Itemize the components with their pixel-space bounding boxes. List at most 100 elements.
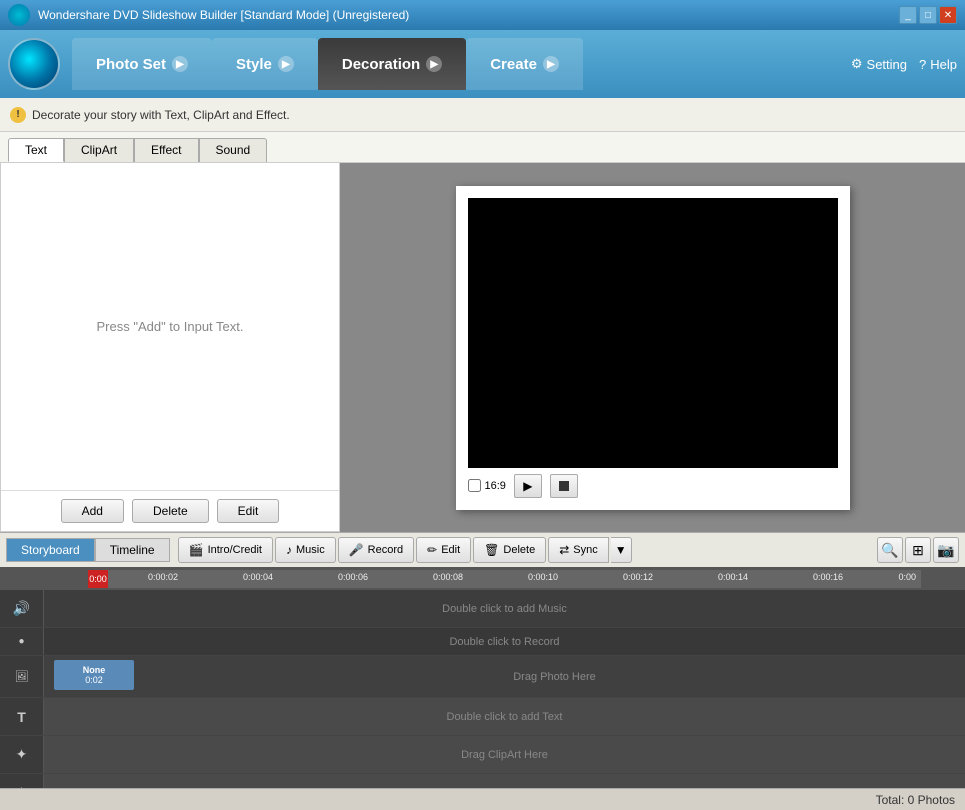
minimize-button[interactable]: _ <box>899 6 917 24</box>
ruler-mark-5: 0:00:10 <box>528 572 558 582</box>
zoom-fit-icon: ⊞ <box>912 542 924 559</box>
status-bar: Total: 0 Photos <box>0 788 965 810</box>
window-title: Wondershare DVD Slideshow Builder [Stand… <box>38 8 899 22</box>
sync-dropdown-arrow[interactable]: ▼ <box>611 537 632 563</box>
record-track-placeholder: Double click to Record <box>449 636 559 648</box>
timeline-ruler: 0:00 0:00:02 0:00:04 0:00:06 0:00:08 0:0… <box>0 568 965 590</box>
text-icon: T <box>17 709 26 725</box>
play-button[interactable]: ▶ <box>514 474 542 498</box>
info-bar: ! Decorate your story with Text, ClipArt… <box>0 98 965 132</box>
music-track-icon: 🔊 <box>0 590 44 627</box>
record-track-content[interactable]: Double click to Record <box>44 628 965 655</box>
stop-button[interactable] <box>550 474 578 498</box>
nav-tab-decoration[interactable]: Decoration ▶ <box>318 38 466 90</box>
preview-controls: 16:9 ▶ <box>468 474 838 498</box>
intro-credit-button[interactable]: 🎬 Intro/Credit <box>178 537 273 563</box>
ruler-mark-3: 0:00:06 <box>338 572 368 582</box>
zoom-controls: 🔍 ⊞ 📷 <box>877 537 959 563</box>
nav-bar: Photo Set ▶ Style ▶ Decoration ▶ Create … <box>0 30 965 98</box>
info-icon: ! <box>10 107 26 123</box>
nav-tab-style-arrow: ▶ <box>278 56 294 72</box>
zoom-in-button[interactable]: 🔍 <box>877 537 903 563</box>
storyboard-tab[interactable]: Storyboard <box>6 538 95 562</box>
photo-track-row: 🖼 None 0:02 Drag Photo Here <box>0 656 965 698</box>
sub-tab-effect[interactable]: Effect <box>134 138 198 162</box>
music-icon: ♪ <box>286 543 292 557</box>
edit-icon: ✏ <box>427 543 437 557</box>
close-button[interactable]: ✕ <box>939 6 957 24</box>
help-icon: ? <box>919 57 926 72</box>
ruler-mark-4: 0:00:08 <box>433 572 463 582</box>
sync-label: Sync <box>573 544 597 556</box>
zoom-out-icon: 📷 <box>937 542 954 559</box>
sub-tab-text-label: Text <box>25 143 47 157</box>
music-track-content[interactable]: Double click to add Music <box>44 590 965 627</box>
sub-tab-clipart[interactable]: ClipArt <box>64 138 134 162</box>
effect-track-icon: ★ <box>0 774 44 788</box>
sub-tab-effect-label: Effect <box>151 143 181 157</box>
sync-button[interactable]: ⇄ Sync <box>548 537 609 563</box>
add-button[interactable]: Add <box>61 499 124 523</box>
sub-tab-text[interactable]: Text <box>8 138 64 162</box>
left-panel-buttons: Add Delete Edit <box>1 490 339 531</box>
aspect-checkbox[interactable] <box>468 479 481 492</box>
maximize-button[interactable]: □ <box>919 6 937 24</box>
clipart-icon: ✦ <box>16 746 28 763</box>
edit-label: Edit <box>441 544 460 556</box>
ruler-mark-1: 0:00:02 <box>148 572 178 582</box>
bottom-toolbar: Storyboard Timeline 🎬 Intro/Credit ♪ Mus… <box>0 532 965 568</box>
timeline-tab[interactable]: Timeline <box>95 538 170 562</box>
text-track-content[interactable]: Double click to add Text <box>44 698 965 735</box>
settings-button[interactable]: ⚙ Setting <box>851 56 907 72</box>
music-button[interactable]: ♪ Music <box>275 537 336 563</box>
clipart-track-row: ✦ Drag ClipArt Here <box>0 736 965 774</box>
music-track-placeholder: Double click to add Music <box>442 603 567 615</box>
sub-tab-sound[interactable]: Sound <box>199 138 268 162</box>
effect-track-content[interactable]: Drag Effect Here <box>44 774 965 788</box>
clipart-track-content[interactable]: Drag ClipArt Here <box>44 736 965 773</box>
nav-tab-style-label: Style <box>236 56 272 73</box>
text-track-icon: T <box>0 698 44 735</box>
intro-credit-label: Intro/Credit <box>208 544 262 556</box>
delete-icon: 🗑 <box>484 543 499 557</box>
clipart-track-placeholder: Drag ClipArt Here <box>461 749 548 761</box>
main-content: Press "Add" to Input Text. Add Delete Ed… <box>0 162 965 532</box>
nav-tab-photoset[interactable]: Photo Set ▶ <box>72 38 212 90</box>
photo-track-placeholder: Drag Photo Here <box>513 671 596 683</box>
speaker-icon: 🔊 <box>13 600 30 617</box>
window-controls[interactable]: _ □ ✕ <box>899 6 957 24</box>
record-button[interactable]: 🎤 Record <box>338 537 414 563</box>
app-logo <box>8 4 30 26</box>
left-panel: Press "Add" to Input Text. Add Delete Ed… <box>0 163 340 532</box>
help-button[interactable]: ? Help <box>919 57 957 72</box>
storyboard-label: Storyboard <box>21 543 80 557</box>
effect-track-placeholder: Drag Effect Here <box>464 787 546 789</box>
mic-icon: 🎤 <box>349 543 364 557</box>
photo-icon: 🖼 <box>15 670 29 683</box>
nav-tab-create[interactable]: Create ▶ <box>466 38 583 90</box>
preview-frame: 16:9 ▶ <box>456 186 850 510</box>
play-icon: ▶ <box>523 479 532 493</box>
timeline-label: Timeline <box>110 543 155 557</box>
photo-track-content[interactable]: None 0:02 Drag Photo Here <box>44 656 965 697</box>
edit-button-toolbar[interactable]: ✏ Edit <box>416 537 471 563</box>
nav-tab-style[interactable]: Style ▶ <box>212 38 318 90</box>
record-label: Record <box>368 544 403 556</box>
delete-button-toolbar[interactable]: 🗑 Delete <box>473 537 546 563</box>
title-bar: Wondershare DVD Slideshow Builder [Stand… <box>0 0 965 30</box>
ruler-mark-6: 0:00:12 <box>623 572 653 582</box>
delete-label: Delete <box>503 544 535 556</box>
photo-clip[interactable]: None 0:02 <box>54 660 134 690</box>
delete-button[interactable]: Delete <box>132 499 209 523</box>
zoom-fit-button[interactable]: ⊞ <box>905 537 931 563</box>
intro-icon: 🎬 <box>189 543 204 557</box>
nav-tab-create-label: Create <box>490 56 537 73</box>
edit-button[interactable]: Edit <box>217 499 280 523</box>
text-input-area[interactable]: Press "Add" to Input Text. <box>1 163 339 490</box>
app-icon <box>8 38 60 90</box>
view-tabs: Storyboard Timeline <box>6 538 170 562</box>
zoom-out-button[interactable]: 📷 <box>933 537 959 563</box>
text-placeholder: Press "Add" to Input Text. <box>96 319 243 334</box>
ruler-mark-7: 0:00:14 <box>718 572 748 582</box>
zoom-in-icon: 🔍 <box>881 542 898 559</box>
